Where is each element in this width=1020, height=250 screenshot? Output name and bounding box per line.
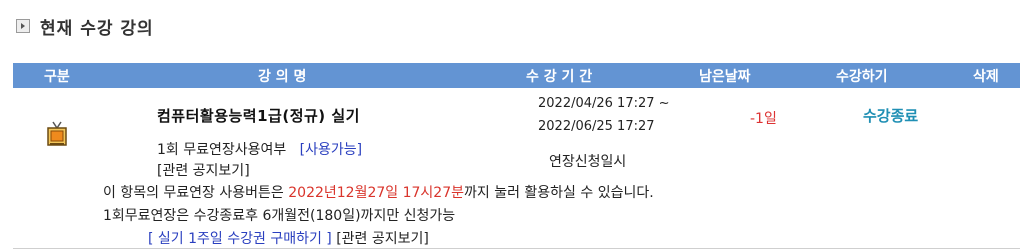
related-notice-link-2[interactable]: [관련 공지보기]	[336, 231, 429, 247]
period-end: 2022/06/25 17:27	[538, 119, 655, 134]
info-suffix: 까지 눌러 활용하실 수 있습니다.	[464, 185, 654, 201]
purchase-row: [ 실기 1주일 수강권 구매하기 ] [관련 공지보기]	[148, 228, 429, 248]
table-header: 구분 강 의 명 수 강 기 간 남은날짜 수강하기 삭제	[13, 63, 1020, 88]
period-start: 2022/04/26 17:27 ~	[538, 96, 670, 111]
header-remaining: 남은날짜	[699, 69, 751, 85]
extension-info: 이 항목의 무료연장 사용버튼은 2022년12월27일 17시27분까지 눌러…	[103, 182, 654, 202]
header-action: 수강하기	[836, 69, 888, 85]
section-title-text: 현재 수강 강의	[40, 18, 154, 39]
header-category: 구분	[44, 69, 70, 85]
course-name[interactable]: 컴퓨터활용능력1급(정규) 실기	[157, 105, 360, 126]
extension-request-date: 연장신청일시	[549, 154, 627, 170]
header-delete: 삭제	[973, 69, 999, 85]
free-extension-row: 1회 무료연장사용여부 [사용가능]	[157, 139, 362, 159]
remaining-days: -1일	[750, 111, 777, 127]
free-extension-label: 1회 무료연장사용여부	[157, 142, 287, 158]
tv-icon	[47, 121, 67, 146]
row-divider	[13, 248, 1020, 249]
free-extension-status-link[interactable]: [사용가능]	[300, 142, 362, 158]
info-deadline: 2022년12월27일 17시27분	[288, 185, 464, 201]
square-arrow-icon	[16, 19, 30, 33]
extension-rule: 1회무료연장은 수강종료후 6개월전(180일)까지만 신청가능	[103, 208, 456, 224]
related-notice-link[interactable]: [관련 공지보기]	[157, 160, 250, 180]
status-button[interactable]: 수강종료	[863, 105, 918, 126]
header-period: 수 강 기 간	[526, 69, 593, 85]
purchase-link[interactable]: [ 실기 1주일 수강권 구매하기 ]	[148, 231, 332, 247]
section-title: 현재 수강 강의	[16, 14, 154, 39]
info-prefix: 이 항목의 무료연장 사용버튼은	[103, 185, 289, 201]
header-course-name: 강 의 명	[258, 69, 307, 85]
